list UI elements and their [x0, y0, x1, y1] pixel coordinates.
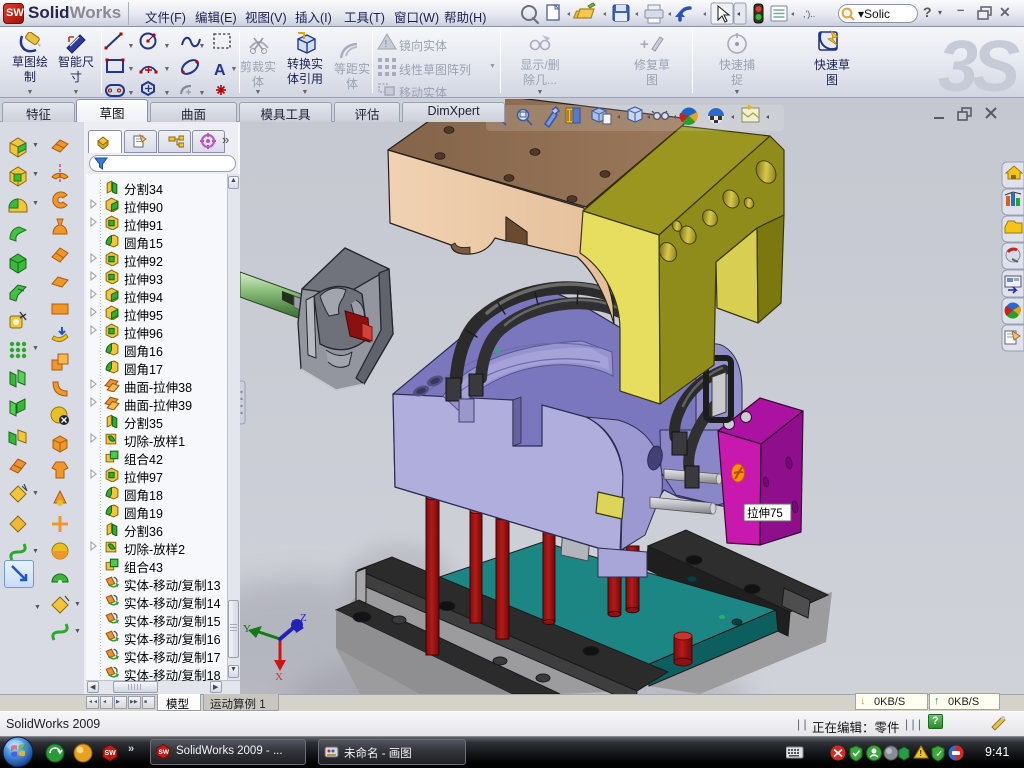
svg-text:,')..: ,')..: [803, 9, 815, 19]
svg-text:X: X: [275, 671, 283, 683]
svg-text:!: !: [919, 749, 922, 758]
svg-text:!: !: [385, 39, 388, 50]
svg-text:»: »: [128, 743, 134, 755]
svg-text:SW: SW: [159, 749, 170, 756]
svg-text:+: +: [640, 36, 649, 53]
svg-text:Y: Y: [243, 623, 251, 635]
svg-text:A: A: [214, 62, 226, 79]
svg-text:SW: SW: [105, 750, 117, 757]
svg-text:Z: Z: [300, 612, 307, 624]
svg-text:✓: ✓: [936, 749, 944, 759]
svg-text:拉伸75: 拉伸75: [747, 506, 783, 520]
